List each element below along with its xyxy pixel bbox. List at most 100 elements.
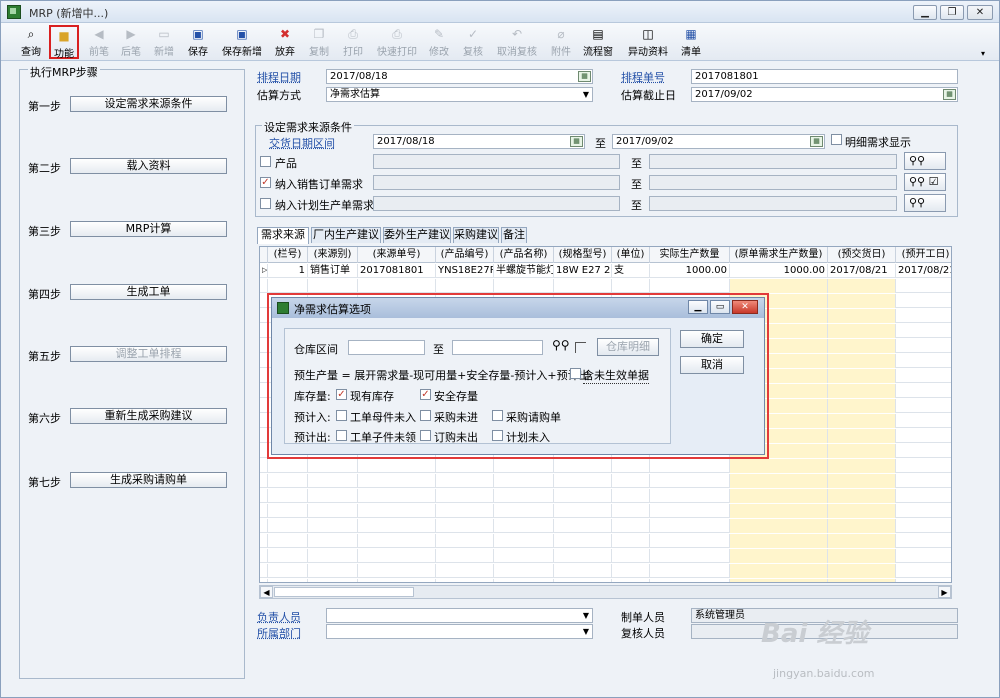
requisition-checkbox[interactable] bbox=[492, 410, 503, 421]
grid-cell[interactable] bbox=[896, 414, 951, 428]
grid-cell[interactable] bbox=[896, 459, 951, 473]
toolbar-quick-print-button[interactable]: ⎙ 快速打印 bbox=[374, 25, 420, 59]
cell-orig-qty[interactable]: 1000.00 bbox=[730, 264, 828, 278]
grid-cell[interactable] bbox=[828, 519, 896, 533]
binoculars-icon[interactable]: ⚲⚲ bbox=[552, 338, 570, 352]
grid-cell[interactable] bbox=[896, 324, 951, 338]
grid-cell[interactable] bbox=[358, 504, 436, 518]
grid-cell[interactable] bbox=[260, 534, 268, 548]
grid-cell[interactable] bbox=[828, 399, 896, 413]
grid-cell[interactable] bbox=[436, 279, 494, 293]
grid-cell[interactable] bbox=[554, 474, 612, 488]
grid-cell[interactable] bbox=[260, 549, 268, 563]
grid-cell[interactable] bbox=[828, 444, 896, 458]
grid-cell[interactable] bbox=[650, 489, 730, 503]
grid-cell[interactable] bbox=[494, 579, 554, 582]
sched-date-field[interactable]: 2017/08/18 ▦ bbox=[326, 69, 593, 84]
dialog-minimize-button[interactable]: ▁ bbox=[688, 300, 708, 314]
grid-cell[interactable] bbox=[828, 459, 896, 473]
grid-cell[interactable] bbox=[260, 489, 268, 503]
cell-product-no[interactable]: YNS18E27RD1 bbox=[436, 264, 494, 278]
wo-in-checkbox[interactable] bbox=[336, 410, 347, 421]
grid-cell[interactable] bbox=[612, 564, 650, 578]
grid-cell[interactable] bbox=[494, 564, 554, 578]
grid-cell[interactable] bbox=[554, 279, 612, 293]
table-row[interactable] bbox=[260, 504, 951, 518]
product-checkbox[interactable] bbox=[260, 156, 271, 167]
method-select[interactable]: 净需求估算 ▼ bbox=[326, 87, 593, 102]
grid-cell[interactable] bbox=[828, 354, 896, 368]
grid-cell[interactable] bbox=[494, 459, 554, 473]
grid-cell[interactable] bbox=[554, 489, 612, 503]
dialog-restore-button[interactable]: ▭ bbox=[710, 300, 730, 314]
grid-cell[interactable] bbox=[260, 519, 268, 533]
toolbar-attachment-button[interactable]: ⌀ 附件 bbox=[547, 25, 575, 59]
grid-cell[interactable] bbox=[612, 459, 650, 473]
grid-cell[interactable] bbox=[828, 369, 896, 383]
grid-cell[interactable] bbox=[896, 279, 951, 293]
grid-cell[interactable] bbox=[436, 504, 494, 518]
toolbar-search-button[interactable]: ⌕ 查询 bbox=[15, 25, 47, 59]
grid-cell[interactable] bbox=[554, 459, 612, 473]
toolbar-unreview-button[interactable]: ↶ 取消复核 bbox=[494, 25, 540, 59]
step-load-data-button[interactable]: 载入资料 bbox=[70, 158, 227, 174]
grid-cell[interactable] bbox=[308, 504, 358, 518]
grid-cell[interactable] bbox=[268, 459, 308, 473]
calendar-icon[interactable]: ▦ bbox=[578, 71, 591, 82]
grid-cell[interactable] bbox=[896, 369, 951, 383]
grid-cell[interactable] bbox=[260, 459, 268, 473]
tab-outsource-suggest[interactable]: 委外生产建议 bbox=[383, 227, 451, 243]
grid-cell[interactable] bbox=[436, 564, 494, 578]
cell-start-date[interactable]: 2017/08/21 bbox=[896, 264, 951, 278]
cancel-button[interactable]: 取消 bbox=[680, 356, 744, 374]
toolbar-new-button[interactable]: ▭ 新增 bbox=[150, 25, 178, 59]
so-to-field[interactable] bbox=[649, 175, 897, 190]
grid-cell[interactable] bbox=[650, 474, 730, 488]
grid-cell[interactable] bbox=[308, 579, 358, 582]
grid-cell[interactable] bbox=[358, 579, 436, 582]
unapproved-checkbox[interactable] bbox=[570, 368, 581, 379]
sched-no-field[interactable]: 2017081801 bbox=[691, 69, 958, 84]
grid-cell[interactable] bbox=[828, 549, 896, 563]
grid-cell[interactable] bbox=[828, 474, 896, 488]
grid-cell[interactable] bbox=[896, 579, 951, 582]
grid-cell[interactable] bbox=[612, 534, 650, 548]
grid-cell[interactable] bbox=[896, 429, 951, 443]
plan-demand-checkbox[interactable] bbox=[260, 198, 271, 209]
cell-line-no[interactable]: 1 bbox=[268, 264, 308, 278]
grid-cell[interactable] bbox=[896, 549, 951, 563]
grid-cell[interactable] bbox=[436, 489, 494, 503]
grid-cell[interactable] bbox=[828, 564, 896, 578]
grid-cell[interactable] bbox=[896, 294, 951, 308]
grid-cell[interactable] bbox=[612, 504, 650, 518]
grid-cell[interactable] bbox=[494, 504, 554, 518]
product-to-field[interactable] bbox=[649, 154, 897, 169]
column-header[interactable]: (预交货日) bbox=[828, 247, 896, 263]
table-row[interactable] bbox=[260, 549, 951, 563]
toolbar-next-button[interactable]: ▶ 后笔 bbox=[117, 25, 145, 59]
toolbar-overflow-icon[interactable]: ▾ bbox=[981, 49, 985, 58]
grid-cell[interactable] bbox=[650, 459, 730, 473]
plan-lookup-button[interactable]: ⚲⚲ bbox=[904, 194, 946, 212]
column-header[interactable]: (栏号) bbox=[268, 247, 308, 263]
toolbar-flow-button[interactable]: ▤ 流程窗 bbox=[581, 25, 615, 59]
grid-cell[interactable] bbox=[730, 474, 828, 488]
grid-cell[interactable] bbox=[494, 279, 554, 293]
grid-cell[interactable] bbox=[828, 279, 896, 293]
grid-cell[interactable] bbox=[730, 579, 828, 582]
grid-cell[interactable] bbox=[494, 519, 554, 533]
grid-cell[interactable] bbox=[268, 564, 308, 578]
grid-cell[interactable] bbox=[828, 534, 896, 548]
grid-cell[interactable] bbox=[436, 534, 494, 548]
grid-cell[interactable] bbox=[358, 279, 436, 293]
grid-cell[interactable] bbox=[268, 519, 308, 533]
scroll-right-icon[interactable]: ▶ bbox=[938, 586, 951, 598]
cell-product-name[interactable]: 半螺旋节能灯 bbox=[494, 264, 554, 278]
toolbar-save-new-button[interactable]: ▣ 保存新增 bbox=[219, 25, 265, 59]
dept-select[interactable]: ▼ bbox=[326, 624, 593, 639]
toolbar-save-button[interactable]: ▣ 保存 bbox=[184, 25, 212, 59]
dialog-close-button[interactable]: ✕ bbox=[732, 300, 758, 314]
column-header[interactable]: 实际生产数量 bbox=[650, 247, 730, 263]
grid-cell[interactable] bbox=[268, 549, 308, 563]
table-row[interactable] bbox=[260, 534, 951, 548]
